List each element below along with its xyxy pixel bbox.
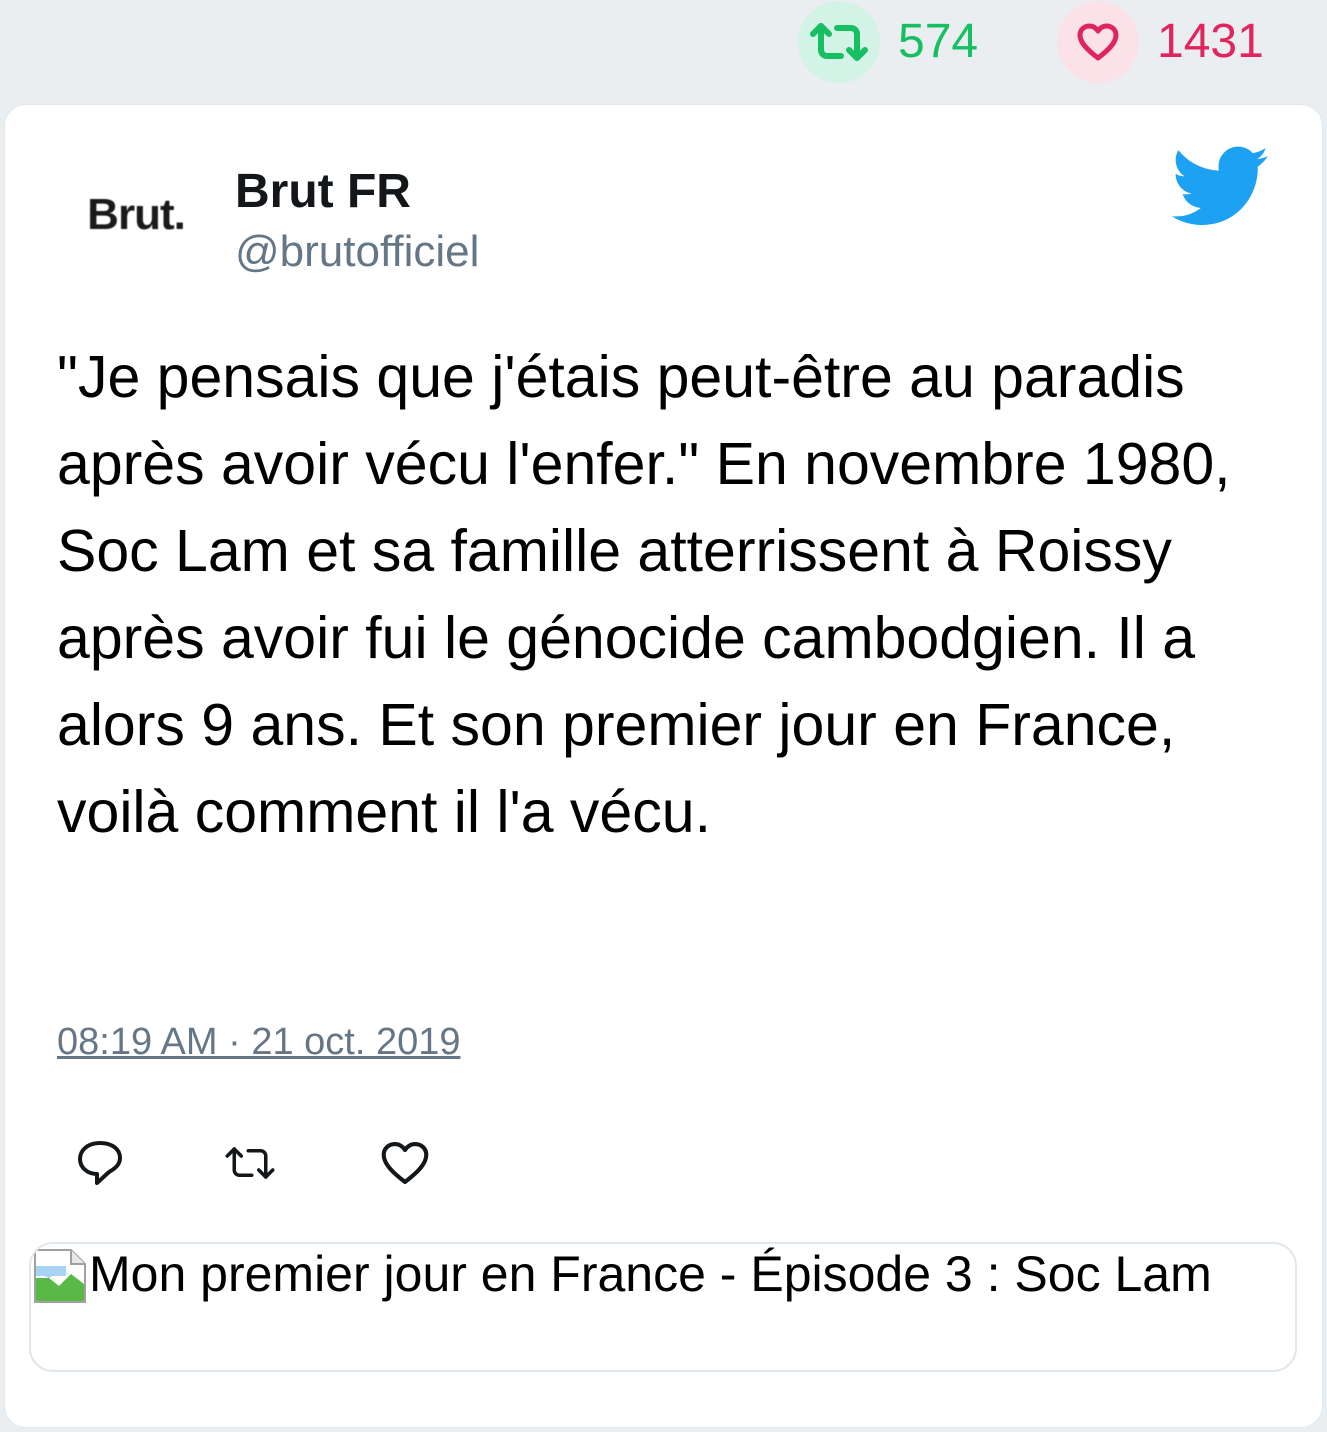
retweet-icon[interactable] [798,1,880,83]
like-stat[interactable]: 1431 [1057,0,1264,84]
link-preview-card[interactable]: Mon premier jour en France - Épisode 3 :… [29,1242,1297,1372]
tweet-timestamp[interactable]: 08:19 AM · 21 oct. 2019 [57,1020,461,1066]
stats-bar: 574 1431 [0,0,1327,100]
retweet-count: 574 [898,15,979,68]
tweet-text: "Je pensais que j'étais peut-être au par… [57,344,1231,845]
author-name[interactable]: Brut FR [235,165,411,219]
link-card-title: Mon premier jour en France - Épisode 3 :… [89,1246,1212,1302]
heart-icon[interactable] [1057,1,1139,83]
tweet-actions [0,1135,600,1199]
reply-icon[interactable] [72,1135,128,1191]
avatar[interactable]: Brut. [76,180,196,250]
retweet-icon[interactable] [222,1135,278,1191]
like-count: 1431 [1157,15,1264,68]
author-handle[interactable]: @brutofficiel [235,227,479,276]
retweet-stat[interactable]: 574 [798,0,978,84]
heart-icon[interactable] [377,1135,433,1191]
twitter-bird-icon[interactable] [1171,146,1270,228]
avatar-text: Brut. [87,190,186,239]
